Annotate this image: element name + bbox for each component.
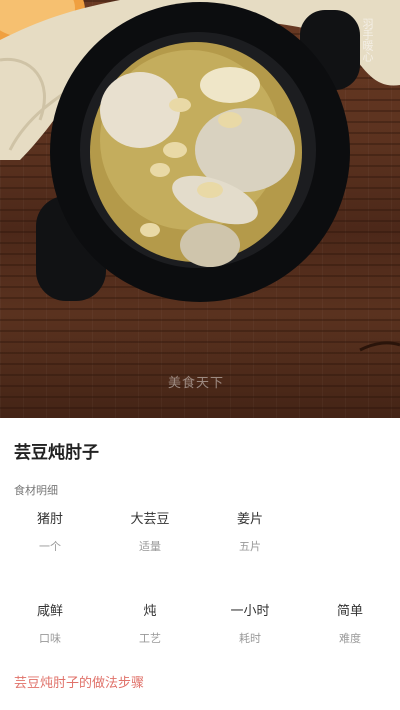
recipe-title: 芸豆炖肘子 [14, 443, 99, 463]
attribute-value: 咸鲜 [36, 604, 63, 619]
ingredient-amount: 五片 [239, 540, 261, 553]
attribute-value: 炖 [143, 604, 157, 619]
attribute-label: 工艺 [139, 632, 161, 645]
attribute-label: 口味 [39, 632, 61, 645]
ingredient-amount: 适量 [139, 540, 161, 553]
soup-pot-illustration: 羽手暖心 [0, 0, 400, 352]
recipe-hero-photo: 羽手暖心 美食天下 [0, 0, 400, 418]
ingredient-item: 猪肘 一个 [10, 508, 90, 554]
pork-knuckle [100, 72, 180, 148]
ingredient-name: 姜片 [236, 512, 263, 527]
recipe-attribute-time: 一小时 耗时 [210, 600, 290, 646]
attribute-label: 难度 [339, 632, 361, 645]
attribute-label: 耗时 [239, 632, 261, 645]
recipe-attribute-difficulty: 简单 难度 [310, 600, 390, 646]
ingredient-name: 大芸豆 [130, 512, 170, 527]
ingredient-item: 大芸豆 适量 [110, 508, 190, 554]
recipe-steps-link[interactable]: 芸豆炖肘子的做法步骤 [14, 672, 144, 691]
ingredients-section-label: 食材明细 [14, 484, 58, 497]
ingredient-name: 猪肘 [36, 512, 63, 527]
recipe-attribute-taste: 咸鲜 口味 [10, 600, 90, 646]
ingredient-item: 姜片 五片 [210, 508, 290, 554]
ingredient-amount: 一个 [39, 540, 61, 553]
recipe-attribute-technique: 炖 工艺 [110, 600, 190, 646]
attribute-value: 一小时 [230, 604, 270, 619]
photo-watermark-bottom: 美食天下 [168, 376, 225, 391]
attribute-value: 简单 [336, 604, 363, 619]
